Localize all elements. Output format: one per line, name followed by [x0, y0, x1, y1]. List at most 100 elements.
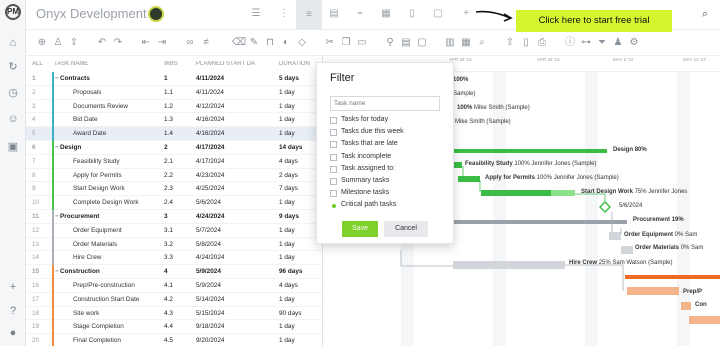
duration-cell[interactable]: 14 days: [279, 144, 302, 151]
row-number[interactable]: 13: [32, 241, 39, 248]
info-icon[interactable]: ⓘ: [564, 37, 576, 49]
task-name-cell[interactable]: Order Equipment: [73, 227, 122, 234]
free-trial-button[interactable]: Click here to start free trial: [516, 10, 672, 32]
task-name-cell[interactable]: Prep/Pre-construction: [73, 282, 135, 289]
save-button[interactable]: Save: [342, 221, 378, 237]
row-number[interactable]: 17: [32, 296, 39, 303]
baseline-icon[interactable]: ⊶: [580, 37, 592, 49]
row-number[interactable]: 14: [32, 254, 39, 261]
table-row[interactable]: 3 Documents Review 1.2 4/12/2024 1 day: [26, 99, 322, 114]
wbs-cell[interactable]: 4.2: [164, 296, 173, 303]
cut-icon[interactable]: ✂: [324, 37, 336, 49]
time-icon[interactable]: ◷: [6, 86, 20, 100]
task-name-cell[interactable]: Order Materials: [73, 241, 117, 248]
planned-start-cell[interactable]: 4/12/2024: [196, 103, 224, 110]
copy-icon[interactable]: ❐: [340, 37, 352, 49]
add-user-icon[interactable]: ♙: [52, 37, 64, 49]
export-icon[interactable]: ⇧: [504, 37, 516, 49]
wbs-cell[interactable]: 2: [164, 144, 168, 151]
planned-start-cell[interactable]: 5/6/2024: [196, 199, 221, 206]
group-row[interactable]: 11 Procurement 3 4/24/2024 9 days −: [26, 210, 322, 224]
planned-start-cell[interactable]: 4/24/2024: [196, 254, 224, 261]
row-number[interactable]: 11: [32, 213, 39, 220]
undo-icon[interactable]: ↶: [96, 37, 108, 49]
planned-start-cell[interactable]: 9/18/2024: [196, 323, 224, 330]
duration-cell[interactable]: 1 day: [279, 116, 295, 123]
help-icon[interactable]: ?: [6, 304, 20, 318]
task-name-cell[interactable]: Feasibility Study: [73, 158, 120, 165]
wbs-cell[interactable]: 4.5: [164, 337, 173, 344]
reports-view-icon[interactable]: ▢: [430, 6, 446, 22]
color-icon[interactable]: ◐: [280, 37, 292, 49]
task-name-cell[interactable]: Hire Crew: [73, 254, 101, 261]
collapse-icon[interactable]: −: [55, 75, 59, 82]
user-avatar-icon[interactable]: ●: [6, 326, 20, 340]
task-name-cell[interactable]: Contracts: [60, 75, 90, 82]
wbs-cell[interactable]: 2.3: [164, 185, 173, 192]
group-row[interactable]: 1 Contracts 1 4/11/2024 5 days −: [26, 72, 322, 86]
duration-cell[interactable]: 1 day: [279, 103, 295, 110]
duration-cell[interactable]: 1 day: [279, 241, 295, 248]
wbs-cell[interactable]: 1.1: [164, 89, 173, 96]
task-name-filter-input[interactable]: [330, 96, 440, 111]
planned-start-cell[interactable]: 5/7/2024: [196, 227, 221, 234]
duration-cell[interactable]: 1 day: [279, 199, 295, 206]
checkbox[interactable]: [330, 129, 337, 137]
collapse-icon[interactable]: −: [55, 213, 59, 220]
table-row[interactable]: 17 Construction Start Date 4.2 5/14/2024 1 d…: [26, 292, 322, 307]
filter-icon[interactable]: ⏷: [596, 37, 608, 49]
collapse-icon[interactable]: −: [55, 144, 59, 151]
sheet-view-icon[interactable]: ▤: [326, 6, 342, 22]
planned-start-cell[interactable]: 5/14/2024: [196, 296, 224, 303]
row-number[interactable]: 19: [32, 323, 39, 330]
radio-selected-icon[interactable]: [332, 204, 336, 209]
table-row[interactable]: 9 Start Design Work 2.3 4/25/2024 7 days: [26, 182, 322, 197]
checkbox[interactable]: [330, 153, 337, 161]
settings-icon[interactable]: ⚙: [628, 37, 640, 49]
search-icon[interactable]: ⌕: [702, 8, 708, 21]
duration-cell[interactable]: 1 day: [279, 227, 295, 234]
planned-start-cell[interactable]: 5/9/2024: [196, 268, 221, 275]
table-row[interactable]: 4 Bid Date 1.3 4/16/2024 1 day: [26, 113, 322, 128]
wbs-cell[interactable]: 4.3: [164, 310, 173, 317]
duration-cell[interactable]: 7 days: [279, 185, 298, 192]
wbs-cell[interactable]: 4: [164, 268, 168, 275]
task-name-cell[interactable]: Award Date: [73, 130, 106, 137]
indent-icon[interactable]: ⇥: [156, 37, 168, 49]
col-all[interactable]: ALL: [32, 61, 43, 67]
wbs-cell[interactable]: 4.4: [164, 323, 173, 330]
unlink-icon[interactable]: ≠: [200, 37, 212, 49]
home-icon[interactable]: ⌂: [6, 36, 20, 50]
task-name-cell[interactable]: Construction: [60, 268, 100, 275]
wbs-cell[interactable]: 3.1: [164, 227, 173, 234]
row-number[interactable]: 5: [32, 130, 36, 137]
wbs-cell[interactable]: 3.2: [164, 241, 173, 248]
row-number[interactable]: 1: [32, 75, 36, 82]
planned-start-cell[interactable]: 4/11/2024: [196, 89, 224, 96]
task-name-cell[interactable]: Bid Date: [73, 116, 98, 123]
import-icon[interactable]: ▯: [520, 37, 532, 49]
wbs-cell[interactable]: 3: [164, 213, 168, 220]
planned-start-cell[interactable]: 9/20/2024: [196, 337, 224, 344]
paste-icon[interactable]: ▭: [356, 37, 368, 49]
duration-cell[interactable]: 1 day: [279, 296, 295, 303]
row-number[interactable]: 20: [32, 337, 39, 344]
planned-start-cell[interactable]: 4/17/2024: [196, 158, 224, 165]
task-name-cell[interactable]: Site work: [73, 310, 99, 317]
duration-cell[interactable]: 2 days: [279, 172, 298, 179]
files-view-icon[interactable]: ▯: [404, 6, 420, 22]
checkbox[interactable]: [330, 178, 337, 185]
table-row[interactable]: 12 Order Equipment 3.1 5/7/2024 1 day: [26, 223, 322, 238]
wbs-cell[interactable]: 1.2: [164, 103, 173, 110]
note-icon[interactable]: ▤: [400, 37, 412, 49]
duration-cell[interactable]: 1 day: [279, 337, 295, 344]
col-duration[interactable]: DURATION: [279, 61, 310, 67]
planned-start-cell[interactable]: 4/25/2024: [196, 185, 224, 192]
wbs-cell[interactable]: 2.4: [164, 199, 173, 206]
row-number[interactable]: 12: [32, 227, 39, 234]
table-row[interactable]: 13 Order Materials 3.2 5/8/2024 1 day: [26, 237, 322, 252]
cancel-button[interactable]: Cancel: [384, 221, 428, 237]
task-name-cell[interactable]: Procurement: [60, 213, 99, 220]
planned-start-cell[interactable]: 4/11/2024: [196, 75, 224, 82]
duration-cell[interactable]: 1 day: [279, 130, 295, 137]
